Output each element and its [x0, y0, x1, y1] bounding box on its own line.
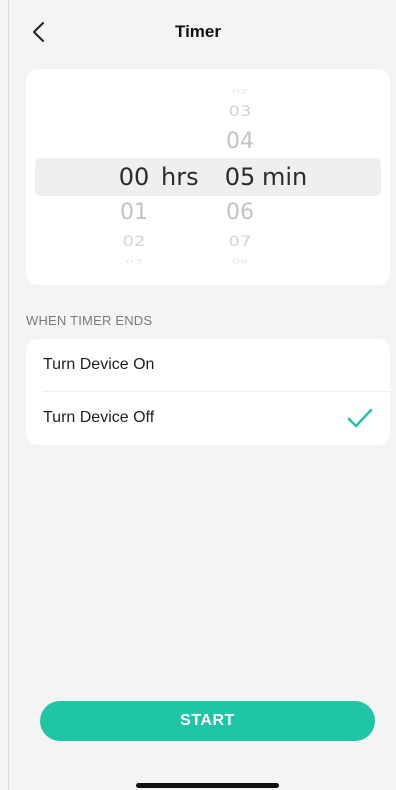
option-turn-device-off[interactable]: Turn Device Off	[26, 392, 390, 445]
minutes-option[interactable]: 08	[210, 258, 270, 266]
hours-selected-value: 00	[118, 163, 150, 191]
home-indicator	[136, 783, 279, 788]
minutes-option[interactable]: 02	[210, 88, 270, 96]
timer-end-options: Turn Device On Turn Device Off	[26, 339, 390, 445]
hours-option[interactable]: 03	[104, 258, 164, 266]
hours-unit-label: hrs	[161, 163, 199, 191]
minutes-option[interactable]: 04	[210, 129, 270, 154]
header: Timer	[0, 0, 396, 66]
minutes-option[interactable]: 03	[210, 103, 270, 120]
minutes-wheel[interactable]: 02 03 04 05 06 07 08	[210, 69, 270, 285]
checkmark-icon	[347, 408, 373, 428]
minutes-option[interactable]: 06	[210, 200, 270, 225]
hours-wheel[interactable]: 00 01 02 03	[104, 69, 164, 285]
minutes-unit-label: min	[262, 163, 308, 191]
picker-selection-highlight	[35, 158, 381, 196]
option-label: Turn Device Off	[43, 409, 155, 426]
hours-option[interactable]: 02	[104, 233, 164, 250]
option-label: Turn Device On	[43, 356, 155, 373]
minutes-option[interactable]: 07	[210, 233, 270, 250]
option-turn-device-on[interactable]: Turn Device On	[26, 339, 390, 392]
hours-option[interactable]: 01	[104, 200, 164, 225]
minutes-selected-value: 05	[224, 163, 256, 191]
page-title: Timer	[175, 22, 221, 41]
start-button[interactable]: START	[40, 701, 375, 741]
timer-picker[interactable]: 00 01 02 03 hrs 02 03 04 05 06 07 08 min	[26, 69, 390, 285]
section-label-when-timer-ends: WHEN TIMER ENDS	[26, 313, 153, 328]
